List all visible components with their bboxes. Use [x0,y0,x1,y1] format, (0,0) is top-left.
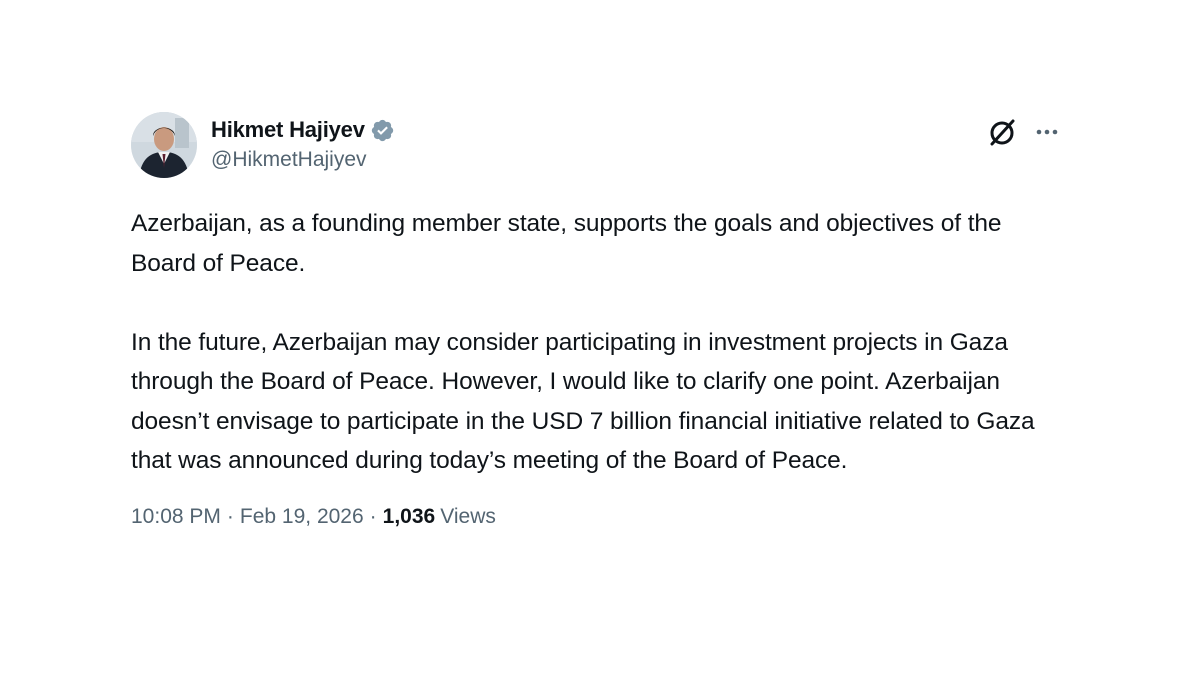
avatar[interactable] [131,112,197,178]
profile-photo-icon [131,112,197,178]
verified-badge-icon[interactable] [370,118,395,143]
tweet-date[interactable]: Feb 19, 2026 [240,505,364,529]
more-options-icon[interactable] [1033,118,1061,146]
meta-separator: · [226,504,234,528]
meta-separator: · [369,504,377,528]
author-handle[interactable]: @HikmetHajiyev [211,148,395,172]
display-name[interactable]: Hikmet Hajiyev [211,117,365,143]
tweet-paragraph: In the future, Azerbaijan may consider p… [131,328,1035,475]
tweet-time[interactable]: 10:08 PM [131,505,221,529]
tweet-paragraph: Azerbaijan, as a founding member state, … [131,210,1002,277]
author-names: Hikmet Hajiyev @HikmetHajiyev [211,116,395,172]
views-label: Views [440,504,496,528]
tweet-body: Azerbaijan, as a founding member state, … [131,204,1061,481]
views-count[interactable]: 1,036 [383,505,436,529]
tweet-card: Hikmet Hajiyev @HikmetHajiyev Azerbaijan… [131,112,1061,529]
tweet-header: Hikmet Hajiyev @HikmetHajiyev [131,112,1061,180]
display-name-row: Hikmet Hajiyev [211,116,395,144]
tweet-actions [987,116,1061,148]
grok-icon[interactable] [987,116,1019,148]
tweet-meta: 10:08 PM · Feb 19, 2026 · 1,036 Views [131,505,1061,529]
